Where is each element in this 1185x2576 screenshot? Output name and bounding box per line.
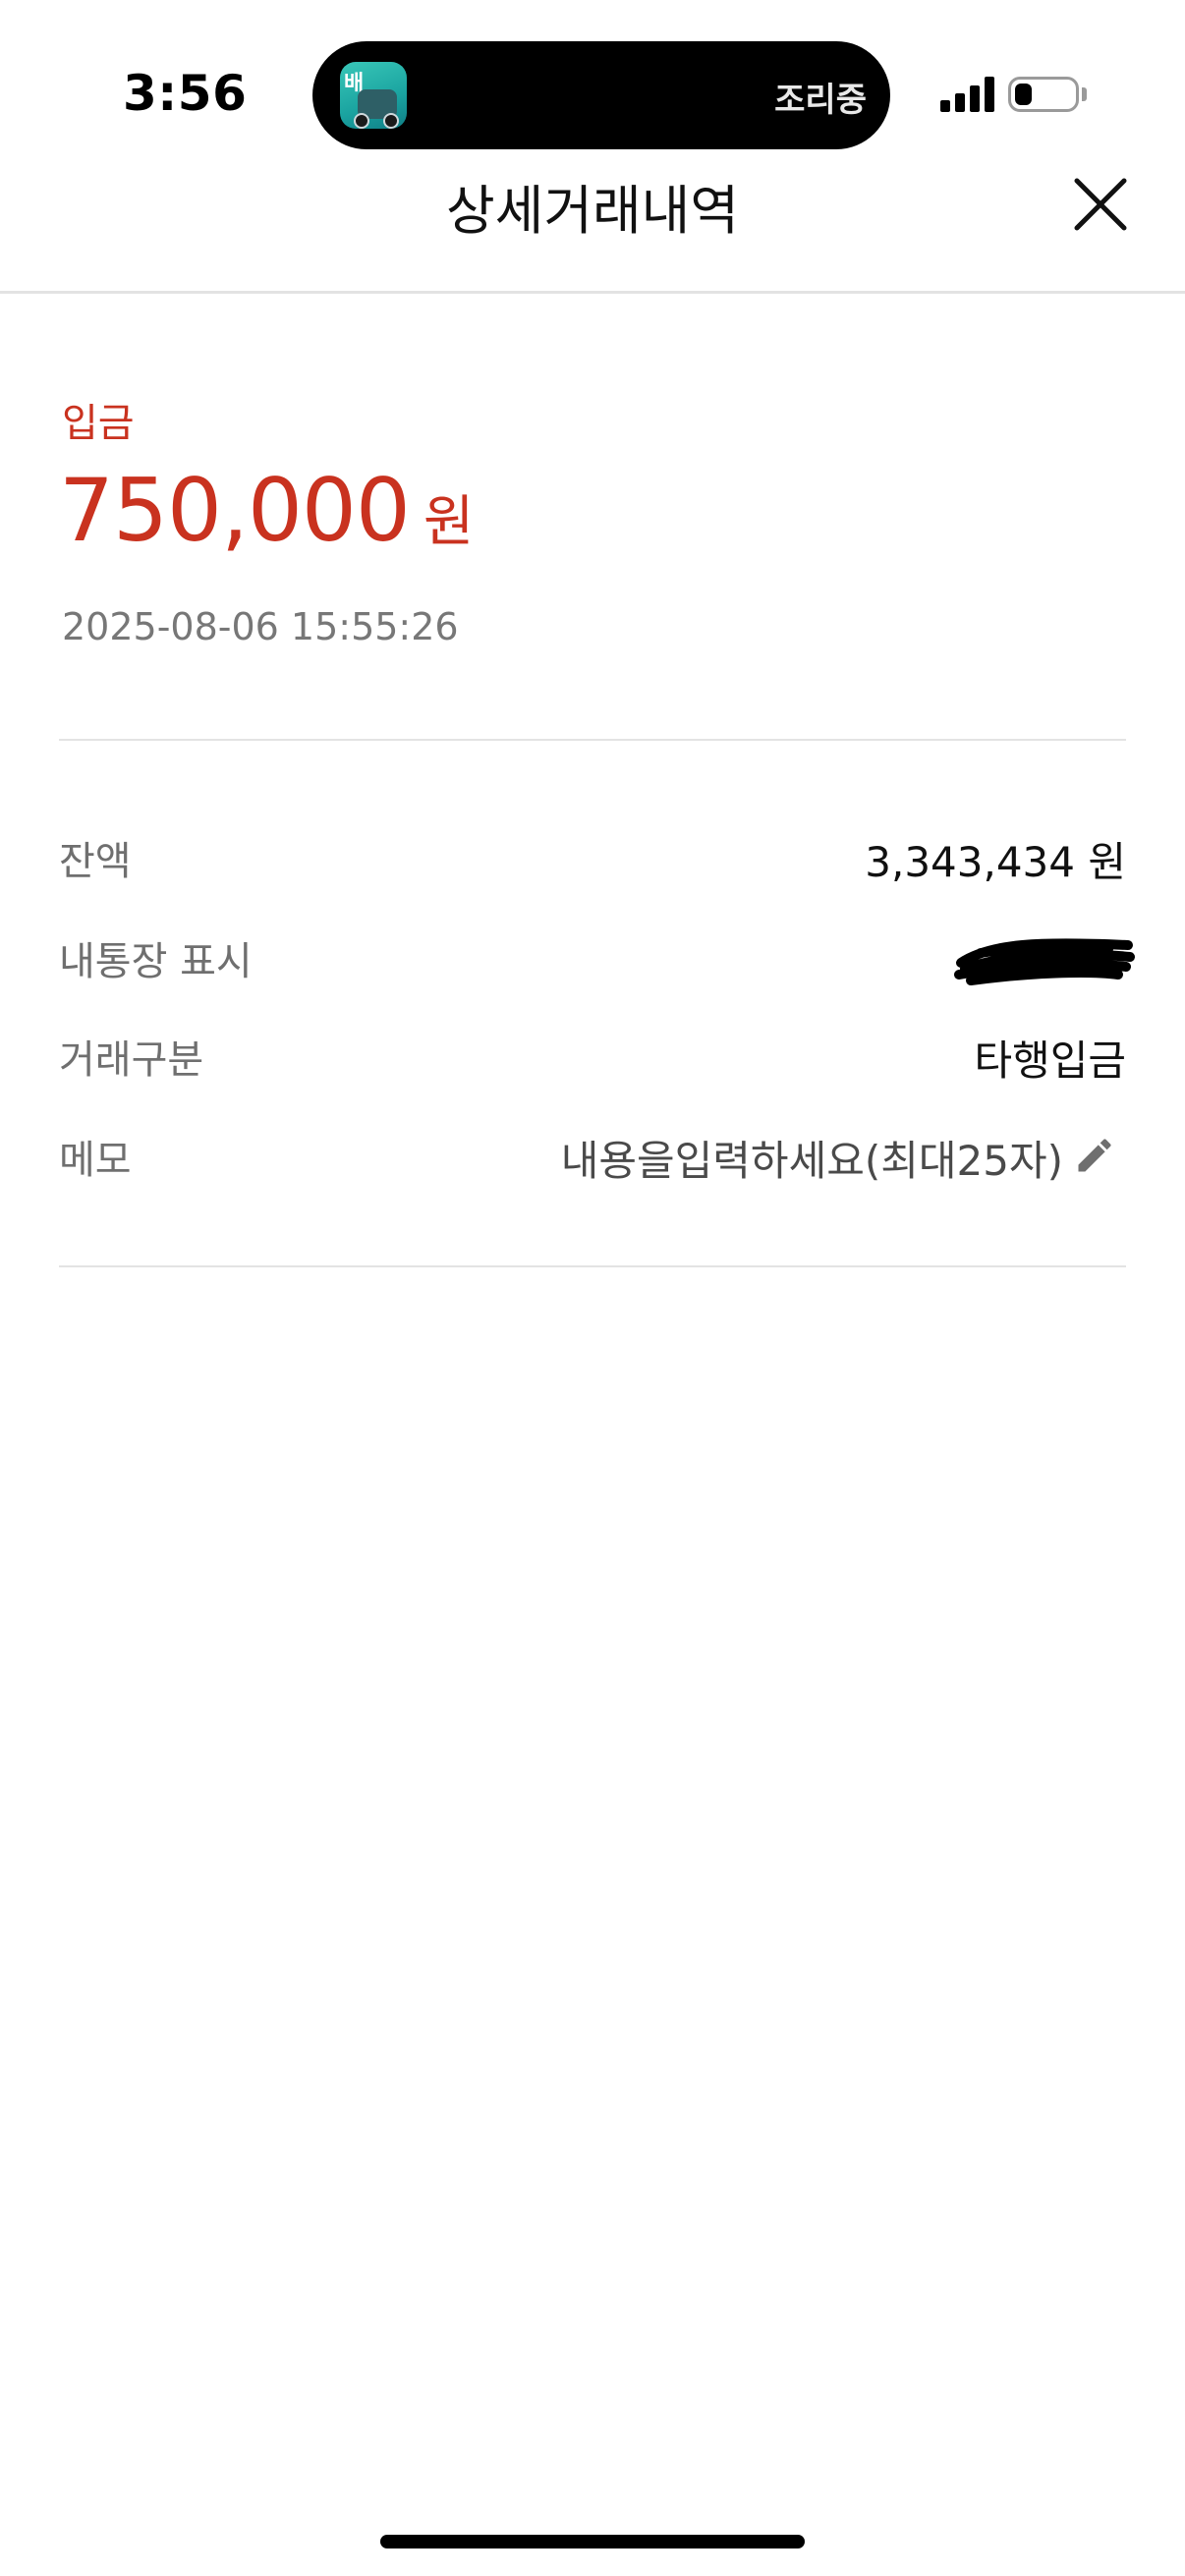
passbook-display-label: 내통장 표시 — [59, 939, 253, 984]
edit-memo-button[interactable] — [1073, 1134, 1116, 1177]
wheel-icon — [354, 113, 369, 129]
memo-input[interactable]: 내용을입력하세요(최대25자) — [561, 1128, 1063, 1188]
page-title: 상세거래내역 — [445, 180, 740, 242]
close-button[interactable] — [1071, 175, 1130, 234]
delivery-app-icon[interactable]: 배 — [340, 62, 407, 129]
live-activity-status: 조리중 — [774, 81, 867, 120]
header-divider — [0, 291, 1185, 294]
transaction-type: 입금 — [62, 401, 135, 446]
close-icon — [1074, 178, 1127, 231]
transaction-kind-label: 거래구분 — [59, 1037, 204, 1083]
home-indicator[interactable] — [380, 2535, 805, 2548]
battery-cap — [1082, 87, 1087, 101]
wheel-icon — [383, 113, 399, 129]
section-divider — [59, 1265, 1126, 1267]
cellular-signal-icon — [940, 77, 995, 112]
amount-value: 750,000 — [59, 460, 411, 561]
pencil-icon — [1078, 1139, 1111, 1172]
dynamic-island[interactable]: 배 조리중 — [312, 41, 890, 149]
redaction-scribble — [954, 938, 1135, 985]
amount-unit: 원 — [423, 490, 475, 554]
detail-row-transaction-kind: 거래구분 타행입금 — [59, 1028, 1126, 1087]
balance-value: 3,343,434 원 — [865, 838, 1126, 886]
battery-level — [1015, 84, 1032, 105]
transaction-kind-value: 타행입금 — [974, 1036, 1126, 1085]
section-divider — [59, 739, 1126, 741]
balance-label: 잔액 — [59, 839, 132, 884]
transaction-datetime: 2025-08-06 15:55:26 — [62, 605, 459, 648]
memo-label: 메모 — [59, 1138, 132, 1183]
detail-row-balance: 잔액 3,343,434 원 — [59, 829, 1126, 888]
transaction-amount: 750,000 원 — [59, 460, 474, 561]
detail-row-memo[interactable]: 메모 내용을입력하세요(최대25자) — [59, 1128, 1126, 1187]
status-time: 3:56 — [123, 65, 248, 122]
detail-row-passbook-display: 내통장 표시 — [59, 929, 1135, 988]
battery-icon — [1008, 77, 1079, 112]
